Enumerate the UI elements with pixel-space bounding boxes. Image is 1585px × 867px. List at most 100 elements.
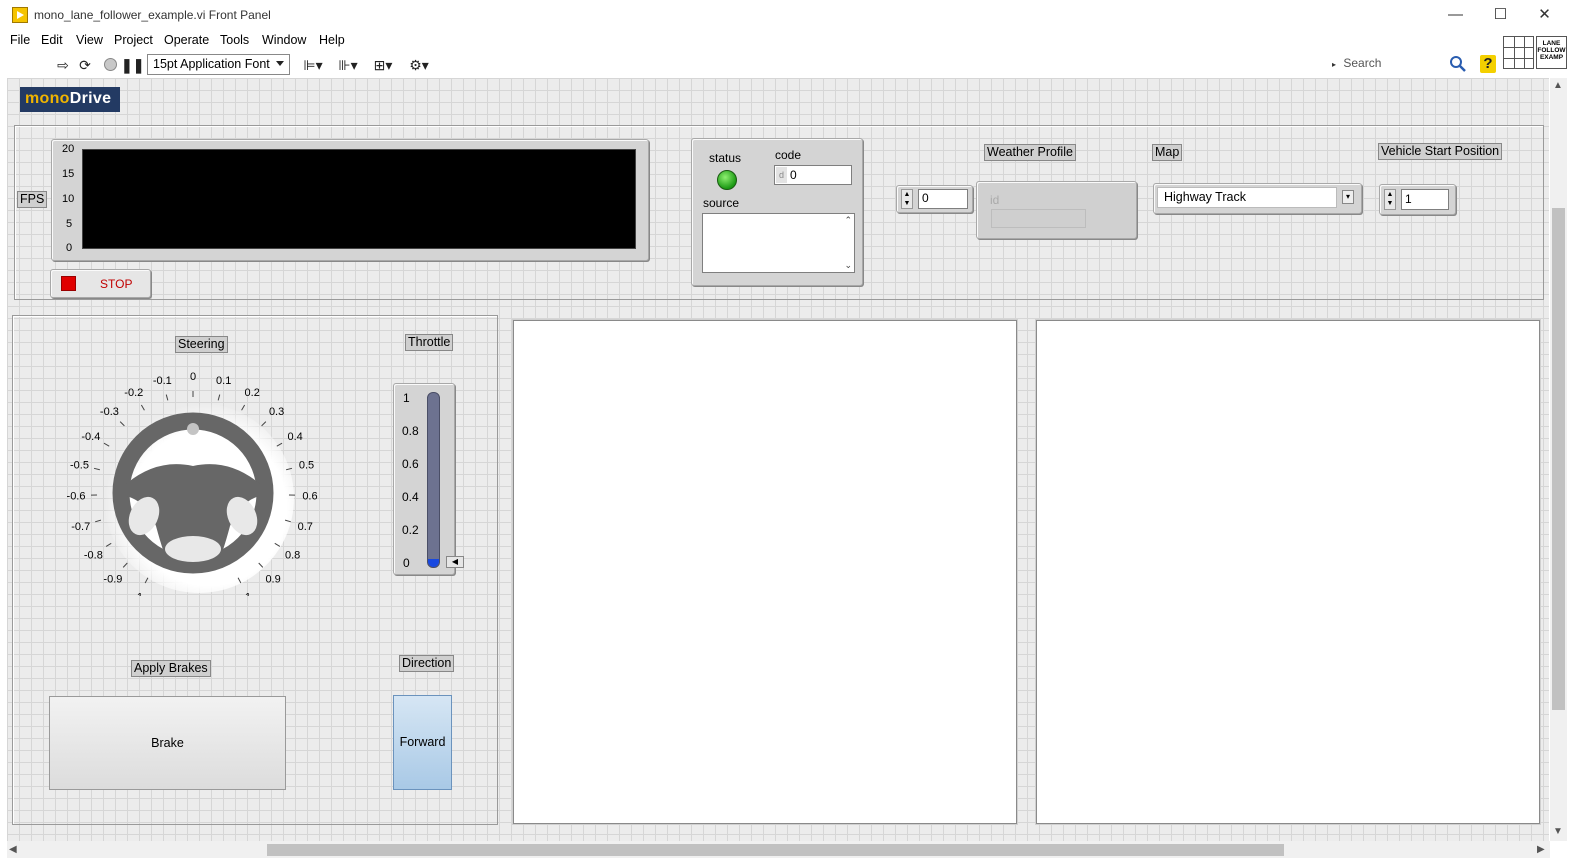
close-button[interactable]: ✕ [1522,0,1567,30]
steering-tick [140,404,145,411]
code-field[interactable]: d 0 [774,165,852,185]
id-label: id [990,193,1000,207]
minimize-button[interactable]: — [1433,0,1478,30]
search-icon[interactable] [1449,55,1467,73]
menu-project[interactable]: Project [114,33,153,47]
throttle-tick-0.6: 0.6 [402,457,419,471]
source-label: source [703,196,740,210]
vertical-scrollbar-thumb[interactable] [1552,208,1565,710]
fps-y-axis: 20 15 10 5 0 [62,143,82,254]
steering-tick-label: 0.1 [216,375,231,387]
map-label: Map [1152,144,1183,161]
font-selector[interactable]: 15pt Application Font [147,54,290,75]
steering-tick-label: -0.4 [81,431,100,443]
fps-tick-0: 0 [66,242,73,254]
menu-file[interactable]: File [10,33,30,47]
steering-tick [217,394,221,401]
map-selector[interactable]: Highway Track ▾ [1153,183,1362,214]
menu-view[interactable]: View [76,33,103,47]
resize-objects-icon[interactable]: ⊞▾ [370,56,396,74]
scroll-up-icon[interactable]: ⌃ [844,215,852,226]
horizontal-scrollbar[interactable]: ◀ ▶ [7,841,1550,858]
vehicle-start-position-label: Vehicle Start Position [1378,143,1503,160]
direction-toggle-button[interactable]: Forward [393,695,452,790]
run-arrow-icon[interactable]: ⇨ [53,56,73,74]
camera-image-display-left[interactable] [513,320,1017,824]
increment-decrement-icon[interactable]: ▲ ▼ [1384,189,1396,210]
steering-tick-label: -0.5 [70,460,89,472]
code-label: code [775,148,802,162]
scroll-left-icon[interactable]: ◀ [9,844,17,855]
steering-tick-label: -0.2 [124,387,143,399]
distribute-objects-icon[interactable]: ⊪▾ [335,56,361,74]
vertical-scrollbar[interactable]: ▲ ▼ [1550,78,1567,841]
fps-tick-5: 5 [66,218,73,230]
throttle-tick-0.8: 0.8 [402,424,419,438]
connector-pane-icon[interactable] [1503,36,1534,69]
id-field[interactable] [991,209,1086,228]
throttle-tick-1: 1 [403,391,410,405]
brake-button[interactable]: Brake [49,696,286,790]
fps-label: FPS [17,191,48,208]
menu-edit[interactable]: Edit [41,33,63,47]
steering-tick [241,404,246,411]
steering-tick [95,519,102,523]
steering-tick [122,562,128,568]
steering-tick [119,421,125,427]
steering-tick [144,577,149,584]
steering-tick-label: -1 [133,591,143,596]
steering-tick-label: 0.9 [265,573,280,585]
radix-indicator[interactable]: d [776,167,787,183]
apply-brakes-label: Apply Brakes [131,660,211,677]
throttle-scale: 1 0.8 0.6 0.4 0.2 0 [397,391,427,571]
horizontal-scrollbar-thumb[interactable] [267,844,1284,856]
context-help-icon[interactable]: ? [1480,55,1496,73]
weather-index-value[interactable]: 0 [918,189,968,209]
steering-tick-label: 0.5 [299,460,314,472]
abort-execution-icon[interactable] [100,56,120,74]
vi-icon[interactable]: LANE FOLLOW EXAMP [1536,36,1567,69]
steering-tick [165,394,169,401]
camera-image-display-right[interactable] [1036,320,1540,824]
throttle-slider-thumb[interactable]: ◀ [446,556,464,568]
fps-tick-10: 10 [62,193,75,205]
stop-button[interactable]: STOP [50,269,151,298]
run-continuously-icon[interactable]: ⟳ [75,56,95,74]
steering-label: Steering [175,336,228,353]
menu-window[interactable]: Window [262,33,306,47]
stop-button-label: STOP [100,277,133,291]
labview-app-icon [12,7,28,23]
steering-tick-label: -0.6 [67,490,86,502]
throttle-slider-track[interactable] [427,392,440,568]
status-led-indicator[interactable] [717,170,737,190]
fps-tick-15: 15 [62,168,75,180]
steering-tick-label: 0.2 [245,387,260,399]
scroll-down-icon[interactable]: ▼ [1553,826,1563,837]
scroll-right-icon[interactable]: ▶ [1537,844,1545,855]
search-input[interactable]: Search [1343,56,1381,70]
menu-operate[interactable]: Operate [164,33,209,47]
steering-wheel-knob[interactable]: -1 -0.9-0.8 -0.7 -0.6 -0.5 -0.4 -0.3 -0.2 -0.1 0 0… [62,366,322,596]
monodrive-logo: monoDrive [20,87,120,112]
menu-tools[interactable]: Tools [220,33,249,47]
align-objects-icon[interactable]: ⊫▾ [300,56,326,74]
reorder-icon[interactable]: ⚙▾ [406,56,432,74]
throttle-tick-0.4: 0.4 [402,490,419,504]
vehicle-start-position-value[interactable]: 1 [1401,189,1449,210]
menu-help[interactable]: Help [319,33,345,47]
vehicle-start-position-control: ▲ ▼ 1 [1379,184,1456,215]
steering-tick-label: 0 [190,371,196,383]
pause-icon[interactable]: ❚❚ [121,56,144,74]
chevron-down-icon [276,61,284,66]
scroll-down-icon[interactable]: ⌄ [844,260,852,271]
scroll-up-icon[interactable]: ▲ [1553,80,1563,91]
increment-decrement-icon[interactable]: ▲ ▼ [901,189,913,209]
fps-tick-20: 20 [62,143,75,155]
steering-tick-label: 0.7 [298,521,313,533]
maximize-button[interactable]: ☐ [1478,0,1523,30]
search-expand-icon: ▸ [1332,60,1337,69]
source-textbox[interactable]: ⌃ ⌄ [702,213,855,273]
chevron-down-icon[interactable]: ▾ [1342,190,1354,204]
steering-tick-label: -0.9 [103,573,122,585]
map-selector-value: Highway Track [1157,187,1337,208]
